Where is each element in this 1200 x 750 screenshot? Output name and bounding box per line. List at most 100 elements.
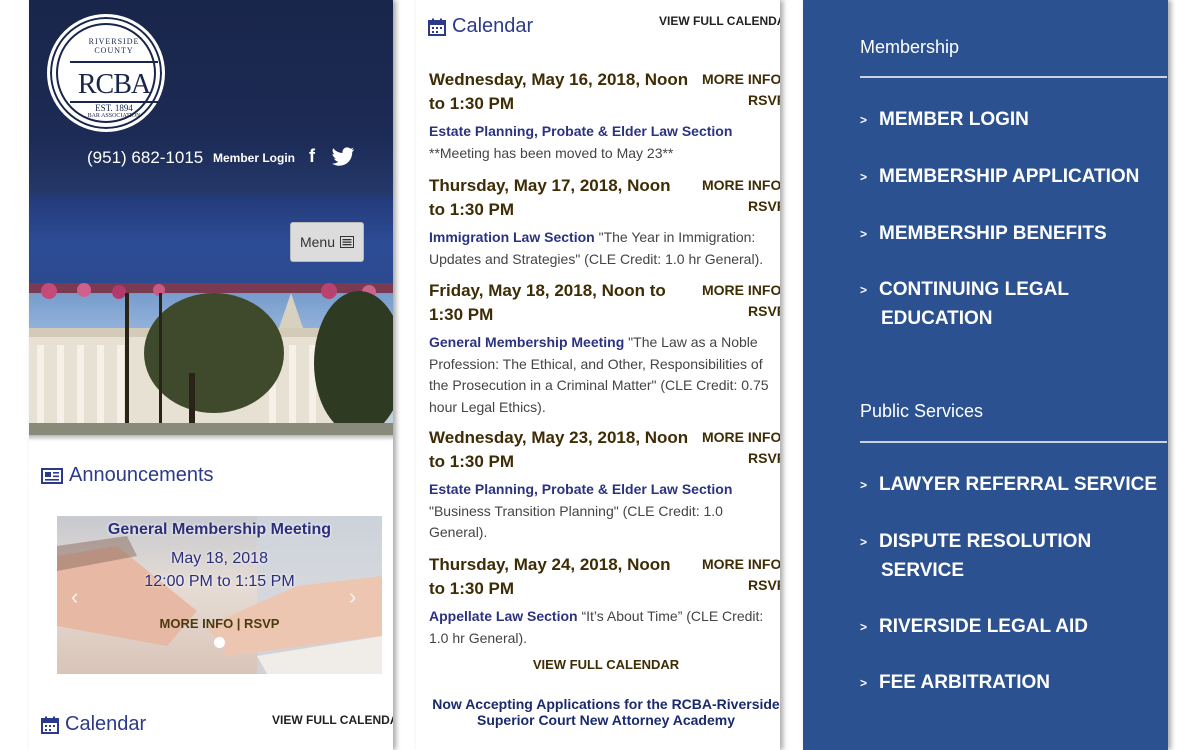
menu-item-label: MEMBERSHIP APPLICATION xyxy=(879,166,1140,187)
logo-est: EST. 1894 xyxy=(95,103,133,113)
logo-bar-top xyxy=(70,61,158,63)
event-item: Wednesday, May 23, 2018, Noon to 1:30 PM… xyxy=(429,426,780,544)
menu-item-lawyer-referral-service[interactable]: > LAWYER REFERRAL SERVICE xyxy=(860,470,1160,500)
logo-initials: RCBA xyxy=(77,69,151,100)
event-section-link[interactable]: Immigration Law Section xyxy=(429,229,595,245)
event-rsvp-link[interactable]: RSVP xyxy=(748,303,780,319)
logo-arc-text: RIVERSIDE COUNTY xyxy=(88,37,140,55)
event-date: Thursday, May 24, 2018, Noon to 1:30 PM xyxy=(429,555,671,598)
chevron-right-icon: > xyxy=(860,478,868,492)
event-more-info-link[interactable]: MORE INFO xyxy=(702,71,780,87)
section-divider xyxy=(29,435,393,441)
announcements-heading: Announcements xyxy=(41,464,214,487)
chevron-right-icon: > xyxy=(860,676,868,690)
menu-band: Menu xyxy=(29,195,393,283)
calendar-icon xyxy=(41,716,59,734)
logo-bottom-arc: BAR ASSOCIATION xyxy=(87,113,141,119)
view-full-calendar-bottom-link[interactable]: VIEW FULL CALENDAR xyxy=(416,657,780,672)
event-section-link[interactable]: Estate Planning, Probate & Elder Law Sec… xyxy=(429,123,732,139)
navigation-menu-panel: Membership > MEMBER LOGIN > MEMBERSHIP A… xyxy=(803,0,1168,750)
event-description: Appellate Law Section “It’s About Time” … xyxy=(429,606,780,649)
event-more-info-link[interactable]: MORE INFO xyxy=(702,177,780,193)
chevron-right-icon: > xyxy=(860,170,868,184)
slide-title: General Membership Meeting xyxy=(107,521,332,538)
event-section-link[interactable]: Estate Planning, Probate & Elder Law Sec… xyxy=(429,481,732,497)
slide-date: May 18, 2018 xyxy=(171,550,268,567)
event-rsvp-link[interactable]: RSVP xyxy=(748,92,780,108)
rcba-logo[interactable]: RIVERSIDE COUNTY RCBA EST. 1894 BAR ASSO… xyxy=(47,14,165,132)
event-more-info-link[interactable]: MORE INFO xyxy=(702,282,780,298)
calendar-title: Calendar xyxy=(452,15,534,37)
event-item: Thursday, May 24, 2018, Noon to 1:30 PM … xyxy=(429,553,780,649)
menu-label: Menu xyxy=(299,234,336,250)
chevron-right-icon: > xyxy=(860,620,868,634)
event-item: Wednesday, May 16, 2018, Noon to 1:30 PM… xyxy=(429,68,780,164)
menu-item-label-line-1: CONTINUING LEGAL xyxy=(879,279,1069,300)
menu-item-continuing-legal-education[interactable]: > CONTINUING LEGAL EDUCATION xyxy=(860,275,1160,333)
logo-ring: RIVERSIDE COUNTY RCBA EST. 1894 BAR ASSO… xyxy=(56,23,158,123)
menu-item-label: MEMBERSHIP BENEFITS xyxy=(879,223,1107,244)
menu-item-label-line-2: EDUCATION xyxy=(881,308,993,329)
menu-item-membership-benefits[interactable]: > MEMBERSHIP BENEFITS xyxy=(860,219,1160,249)
menu-item-label: DISPUTE RESOLUTION SERVICE xyxy=(879,527,1091,585)
public-services-divider xyxy=(860,441,1167,443)
announcement-carousel[interactable]: General Membership Meeting May 18, 2018 … xyxy=(57,516,382,674)
menu-item-label: FEE ARBITRATION xyxy=(879,672,1050,693)
menu-item-label: LAWYER REFERRAL SERVICE xyxy=(879,474,1158,495)
menu-button[interactable]: Menu xyxy=(290,222,364,262)
calendar-icon xyxy=(428,18,446,36)
menu-item-label-line-1: DISPUTE RESOLUTION xyxy=(879,531,1092,552)
menu-list-icon xyxy=(340,236,355,248)
member-login-link[interactable]: Member Login xyxy=(213,151,295,165)
slide-more-info-rsvp-link[interactable]: MORE INFO | RSVP xyxy=(57,616,382,631)
mobile-home-panel: RIVERSIDE COUNTY RCBA EST. 1894 BAR ASSO… xyxy=(29,0,393,750)
event-section-link[interactable]: General Membership Meeting xyxy=(429,334,624,350)
event-rsvp-link[interactable]: RSVP xyxy=(748,577,780,593)
academy-announcement-link[interactable]: Now Accepting Applications for the RCBA-… xyxy=(416,696,780,728)
event-date: Friday, May 18, 2018, Noon to 1:30 PM xyxy=(429,281,666,324)
chevron-right-icon: > xyxy=(860,227,868,241)
membership-divider xyxy=(860,76,1167,78)
view-full-calendar-link[interactable]: VIEW FULL CALENDAR xyxy=(272,713,393,727)
event-date: Thursday, May 17, 2018, Noon to 1:30 PM xyxy=(429,176,671,219)
academy-line-2: Superior Court New Attorney Academy xyxy=(476,712,735,728)
newspaper-icon xyxy=(41,467,63,484)
slide-time: 12:00 PM to 1:15 PM xyxy=(144,573,295,590)
facebook-icon[interactable]: f xyxy=(309,146,315,167)
chevron-left-icon[interactable]: ‹ xyxy=(71,584,78,610)
menu-item-membership-application[interactable]: > MEMBERSHIP APPLICATION xyxy=(860,162,1160,192)
view-full-calendar-link[interactable]: VIEW FULL CALENDAR xyxy=(659,14,780,28)
event-item: Thursday, May 17, 2018, Noon to 1:30 PM … xyxy=(429,174,780,270)
menu-item-dispute-resolution-service[interactable]: > DISPUTE RESOLUTION SERVICE xyxy=(860,527,1160,585)
menu-item-label: RIVERSIDE LEGAL AID xyxy=(879,616,1089,637)
calendar-heading: Calendar xyxy=(428,15,533,38)
event-desc-text: **Meeting has been moved to May 23** xyxy=(429,144,674,161)
event-date: Wednesday, May 23, 2018, Noon to 1:30 PM xyxy=(429,428,689,471)
event-rsvp-link[interactable]: RSVP xyxy=(748,198,780,214)
twitter-icon[interactable] xyxy=(331,146,355,168)
event-description: General Membership Meeting "The Law as a… xyxy=(429,332,780,418)
menu-item-fee-arbitration[interactable]: > FEE ARBITRATION xyxy=(860,668,1160,698)
carousel-indicator-dot[interactable] xyxy=(214,637,225,648)
menu-item-label: MEMBER LOGIN xyxy=(879,109,1029,130)
event-more-info-link[interactable]: MORE INFO xyxy=(702,429,780,445)
calendar-heading: Calendar xyxy=(41,713,146,736)
event-description: Immigration Law Section "The Year in Imm… xyxy=(429,227,780,270)
event-description: Estate Planning, Probate & Elder Law Sec… xyxy=(429,121,780,164)
menu-item-riverside-legal-aid[interactable]: > RIVERSIDE LEGAL AID xyxy=(860,612,1160,642)
courthouse-illustration xyxy=(29,283,393,435)
event-description: Estate Planning, Probate & Elder Law Sec… xyxy=(429,479,780,544)
chevron-right-icon: > xyxy=(860,113,868,127)
menu-item-label-line-2: SERVICE xyxy=(881,560,965,581)
event-date: Wednesday, May 16, 2018, Noon to 1:30 PM xyxy=(429,70,689,113)
event-more-info-link[interactable]: MORE INFO xyxy=(702,556,780,572)
menu-item-member-login[interactable]: > MEMBER LOGIN xyxy=(860,105,1160,135)
event-rsvp-link[interactable]: RSVP xyxy=(748,450,780,466)
phone-number[interactable]: (951) 682-1015 xyxy=(87,148,203,168)
event-section-link[interactable]: Appellate Law Section xyxy=(429,608,578,624)
chevron-right-icon: > xyxy=(860,283,868,297)
chevron-right-icon[interactable]: › xyxy=(349,584,356,610)
handshake-image xyxy=(57,516,382,674)
chevron-right-icon: > xyxy=(860,535,868,549)
courthouse-photo xyxy=(29,283,393,435)
